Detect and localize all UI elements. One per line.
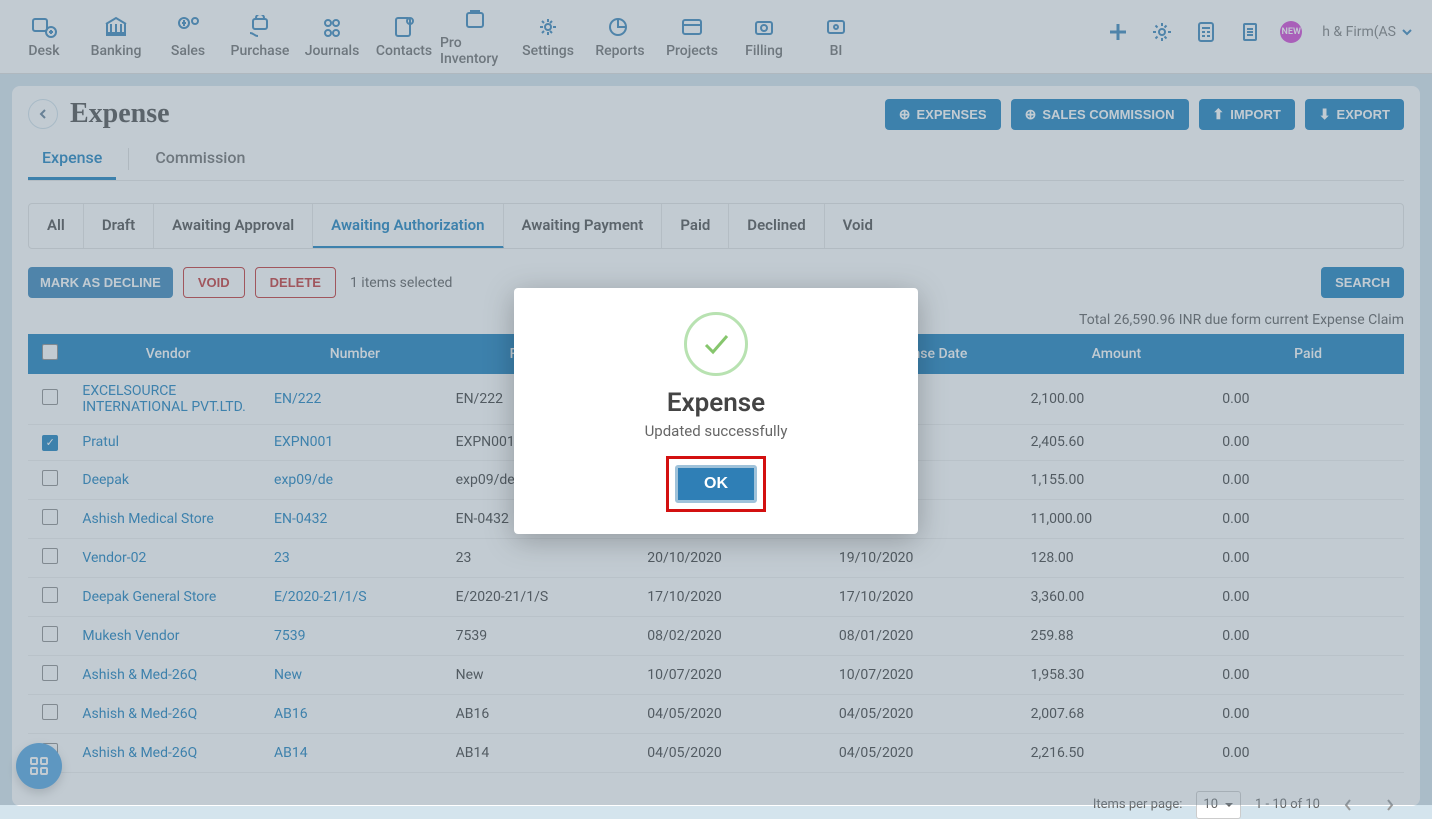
modal-overlay[interactable]: Expense Updated successfully OK bbox=[0, 0, 1432, 805]
success-check-icon bbox=[684, 312, 748, 376]
modal-message: Updated successfully bbox=[534, 422, 898, 440]
success-modal: Expense Updated successfully OK bbox=[514, 288, 918, 534]
ok-button-highlight: OK bbox=[666, 456, 766, 512]
modal-title: Expense bbox=[534, 388, 898, 418]
ok-button[interactable]: OK bbox=[675, 465, 757, 503]
